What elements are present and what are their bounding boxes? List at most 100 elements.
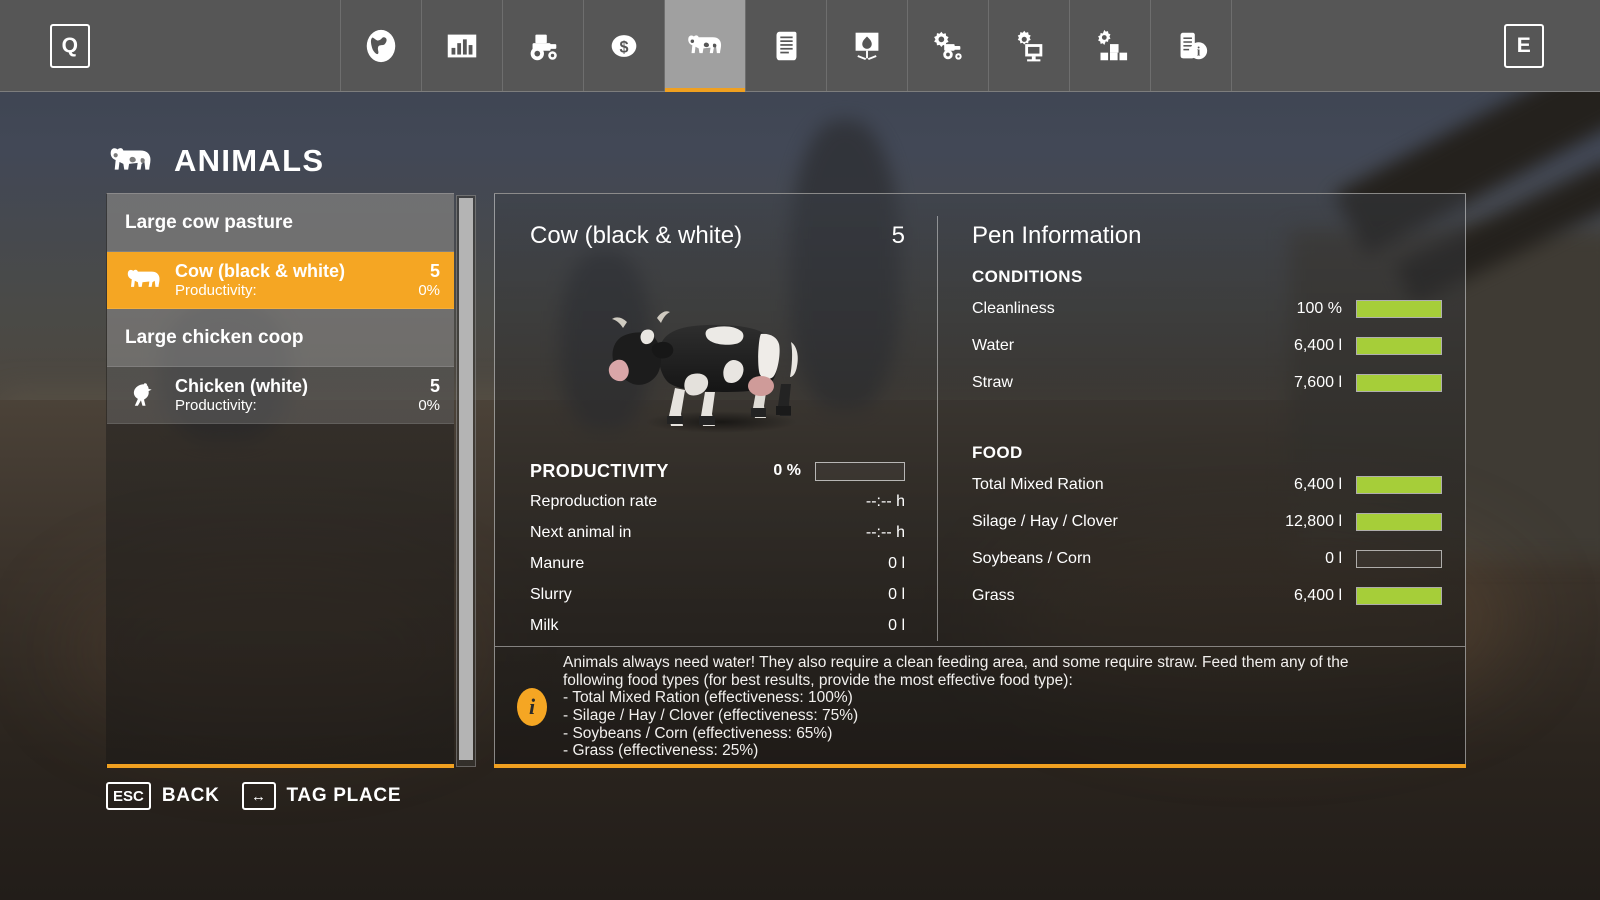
topbar-item-help[interactable]: i	[1150, 0, 1231, 91]
quick-menu-right-key[interactable]: E	[1504, 24, 1544, 68]
hint-key: ↔	[242, 782, 276, 810]
animal-list-panel: Large cow pasture Cow (black & white) 5 …	[106, 193, 454, 768]
condition-bar	[1356, 374, 1442, 392]
detail-count: 5	[892, 222, 905, 250]
stat-value: 0 l	[888, 586, 905, 604]
list-item-count: 5	[430, 261, 440, 282]
page-title: ANIMALS	[174, 143, 324, 179]
info-line: Animals always need water! They also req…	[563, 654, 1348, 672]
food-bar	[1356, 476, 1442, 494]
hint-back[interactable]: ESC BACK	[106, 782, 220, 810]
statistics-icon	[443, 27, 481, 65]
svg-text:$: $	[620, 38, 629, 56]
list-item-count: 5	[430, 376, 440, 397]
food-bar	[1356, 513, 1442, 531]
info-line: - Grass (effectiveness: 25%)	[563, 742, 1348, 760]
stat-row: Next animal in --:-- h	[530, 517, 905, 548]
stat-row: Slurry 0 l	[530, 579, 905, 610]
detail-title: Cow (black & white)	[530, 222, 742, 250]
animal-detail-panel: Cow (black & white) 5	[494, 193, 1466, 768]
stat-label: Milk	[530, 617, 558, 635]
food-value: 12,800 l	[1246, 513, 1356, 531]
hint-tag-place[interactable]: ↔ TAG PLACE	[242, 782, 402, 810]
cow-icon	[686, 27, 724, 65]
production-icon	[848, 27, 886, 65]
productivity-bar	[815, 462, 905, 481]
page-header: ANIMALS	[108, 143, 324, 179]
stat-value: 0 l	[888, 617, 905, 635]
conditions-header: CONDITIONS	[972, 267, 1442, 287]
stat-value: --:-- h	[866, 524, 905, 542]
topbar-item-vehicles[interactable]	[502, 0, 583, 91]
chicken-icon	[123, 382, 165, 408]
cow-icon	[108, 144, 154, 178]
topbar-item-statistics[interactable]	[421, 0, 502, 91]
map-icon	[362, 27, 400, 65]
topbar-right-spacer	[1231, 0, 1600, 91]
condition-value: 100 %	[1246, 300, 1356, 318]
topbar-item-ai-workers[interactable]	[907, 0, 988, 91]
cow-icon	[123, 267, 165, 293]
pen-information-title: Pen Information	[972, 222, 1442, 250]
list-item-productivity-value: 0%	[418, 397, 440, 414]
list-item-name: Cow (black & white)	[175, 261, 345, 282]
condition-label: Cleanliness	[972, 300, 1246, 318]
stat-label: Next animal in	[530, 524, 631, 542]
condition-bar	[1356, 300, 1442, 318]
list-item-productivity-label: Productivity:	[175, 397, 257, 414]
topbar-item-production[interactable]	[826, 0, 907, 91]
food-label: Total Mixed Ration	[972, 476, 1246, 494]
list-item-text: Cow (black & white) 5 Productivity: 0%	[175, 261, 440, 299]
gameplay-settings-icon	[1010, 27, 1048, 65]
info-line: - Total Mixed Ration (effectiveness: 100…	[563, 689, 1348, 707]
condition-value: 6,400 l	[1246, 337, 1356, 355]
productivity-value: 0 %	[737, 462, 815, 480]
contracts-icon	[767, 27, 805, 65]
food-value: 0 l	[1246, 550, 1356, 568]
food-bar	[1356, 587, 1442, 605]
hint-label: TAG PLACE	[287, 785, 402, 807]
cow-preview-image	[593, 282, 843, 442]
list-group-header: Large chicken coop	[107, 309, 454, 367]
stat-row: Reproduction rate --:-- h	[530, 486, 905, 517]
topbar-item-contracts[interactable]	[745, 0, 826, 91]
quick-menu-left-key[interactable]: Q	[50, 24, 90, 68]
info-line: - Silage / Hay / Clover (effectiveness: …	[563, 707, 1348, 725]
food-label: Soybeans / Corn	[972, 550, 1246, 568]
food-row: Grass 6,400 l	[972, 580, 1442, 611]
list-item-productivity-value: 0%	[418, 282, 440, 299]
finances-icon: $	[605, 27, 643, 65]
food-header: FOOD	[972, 443, 1442, 463]
food-label: Grass	[972, 587, 1246, 605]
list-item-cow[interactable]: Cow (black & white) 5 Productivity: 0%	[107, 252, 454, 309]
topbar-item-finances[interactable]: $	[583, 0, 664, 91]
ai-workers-icon	[929, 27, 967, 65]
hint-key: ESC	[106, 782, 151, 810]
productivity-label: PRODUCTIVITY	[530, 461, 737, 482]
game-settings-icon	[1091, 27, 1129, 65]
productivity-header: PRODUCTIVITY 0 %	[530, 456, 905, 486]
stat-value: 0 l	[888, 555, 905, 573]
list-scrollbar-thumb[interactable]	[459, 198, 473, 760]
food-value: 6,400 l	[1246, 587, 1356, 605]
animal-detail-column: Cow (black & white) 5	[495, 194, 937, 646]
stat-value: --:-- h	[866, 493, 905, 511]
topbar-item-animals[interactable]	[664, 0, 745, 91]
stat-label: Reproduction rate	[530, 493, 657, 511]
condition-row: Water 6,400 l	[972, 330, 1442, 361]
condition-label: Water	[972, 337, 1246, 355]
food-row: Soybeans / Corn 0 l	[972, 543, 1442, 574]
list-scrollbar[interactable]	[456, 195, 476, 767]
hint-label: BACK	[162, 785, 220, 807]
list-item-chicken[interactable]: Chicken (white) 5 Productivity: 0%	[107, 367, 454, 424]
topbar-item-gameplay-settings[interactable]	[988, 0, 1069, 91]
condition-label: Straw	[972, 374, 1246, 392]
info-strip: i Animals always need water! They also r…	[495, 647, 1465, 767]
tractor-icon	[524, 27, 562, 65]
food-row: Total Mixed Ration 6,400 l	[972, 469, 1442, 500]
food-row: Silage / Hay / Clover 12,800 l	[972, 506, 1442, 537]
topbar-item-map[interactable]	[340, 0, 421, 91]
list-group-header: Large cow pasture	[107, 194, 454, 252]
topbar-item-game-settings[interactable]	[1069, 0, 1150, 91]
stat-label: Slurry	[530, 586, 572, 604]
